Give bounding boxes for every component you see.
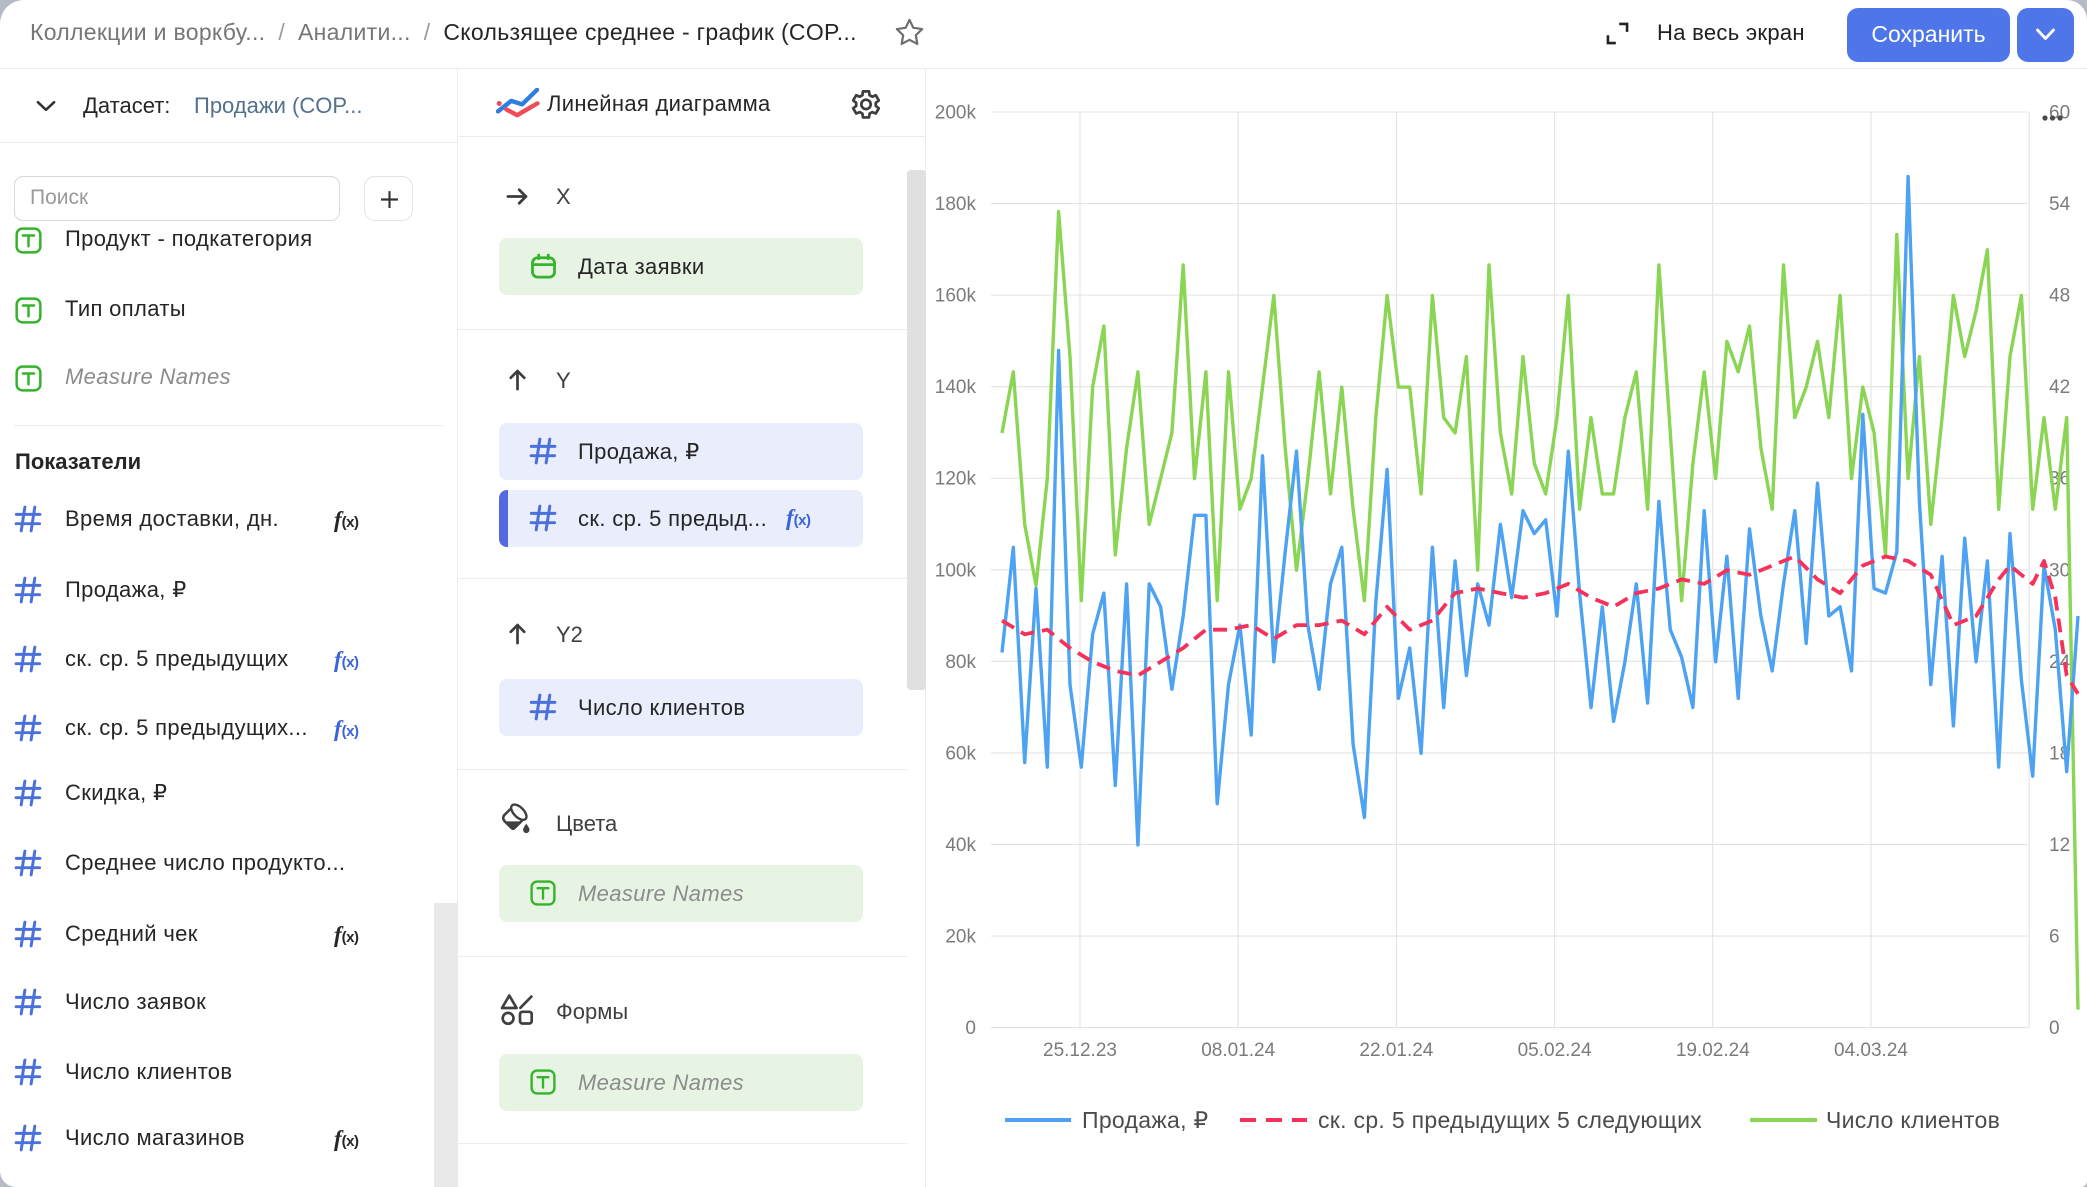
svg-text:ск. ср. 5 предыдущих 5 следующ: ск. ср. 5 предыдущих 5 следующих: [1318, 1107, 1702, 1133]
svg-text:19.02.24: 19.02.24: [1676, 1040, 1750, 1061]
svg-text:6: 6: [2049, 927, 2060, 948]
svg-text:120k: 120k: [935, 469, 977, 490]
svg-text:05.02.24: 05.02.24: [1518, 1040, 1592, 1061]
svg-text:0: 0: [2049, 1018, 2060, 1039]
svg-text:08.01.24: 08.01.24: [1201, 1040, 1275, 1061]
svg-text:30: 30: [2049, 560, 2070, 581]
svg-text:04.03.24: 04.03.24: [1834, 1040, 1908, 1061]
svg-text:48: 48: [2049, 286, 2070, 307]
svg-text:25.12.23: 25.12.23: [1043, 1040, 1117, 1061]
svg-text:20k: 20k: [945, 927, 976, 948]
svg-text:42: 42: [2049, 377, 2070, 398]
svg-text:40k: 40k: [945, 835, 976, 856]
svg-text:160k: 160k: [935, 286, 977, 307]
svg-text:80k: 80k: [945, 652, 976, 673]
svg-text:60k: 60k: [945, 743, 976, 764]
svg-text:140k: 140k: [935, 377, 977, 398]
svg-text:22.01.24: 22.01.24: [1359, 1040, 1433, 1061]
svg-text:0: 0: [965, 1018, 976, 1039]
svg-text:54: 54: [2049, 194, 2071, 215]
svg-text:Число клиентов: Число клиентов: [1826, 1107, 2000, 1133]
svg-text:180k: 180k: [935, 194, 977, 215]
svg-text:Продажа, ₽: Продажа, ₽: [1082, 1107, 1208, 1133]
svg-text:100k: 100k: [935, 560, 977, 581]
svg-text:12: 12: [2049, 835, 2070, 856]
svg-text:200k: 200k: [935, 103, 977, 124]
